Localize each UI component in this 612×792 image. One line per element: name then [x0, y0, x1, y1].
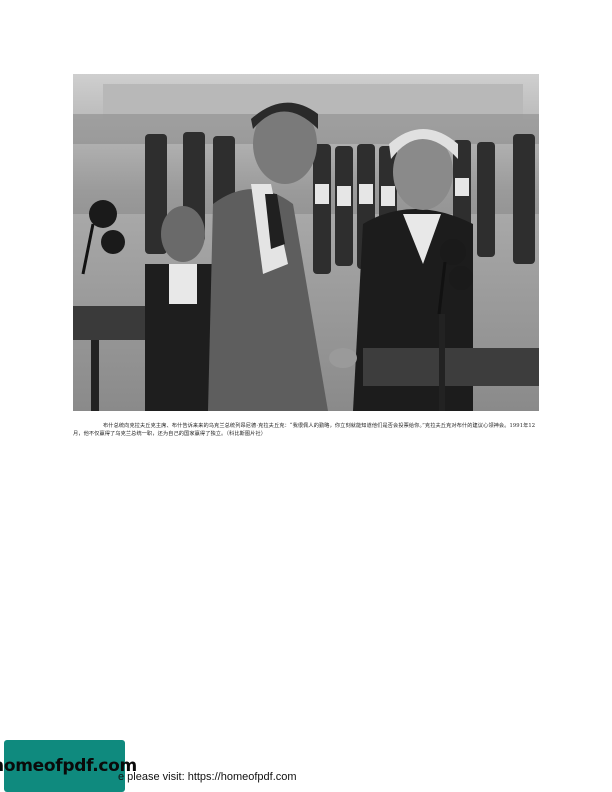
- site-logo-text: homeofpdf.com: [0, 756, 137, 776]
- photo-caption: 布什总统向克拉夫丘克主席、布什告诉来来的乌克兰总统列昂尼德·克拉夫丘克：“我很佩…: [73, 423, 536, 437]
- footer-url-text: e please visit: https://homeofpdf.com: [118, 771, 297, 783]
- site-logo[interactable]: homeofpdf.com: [0, 740, 137, 792]
- photo-image: [73, 74, 539, 411]
- photo-handshake: [73, 74, 539, 411]
